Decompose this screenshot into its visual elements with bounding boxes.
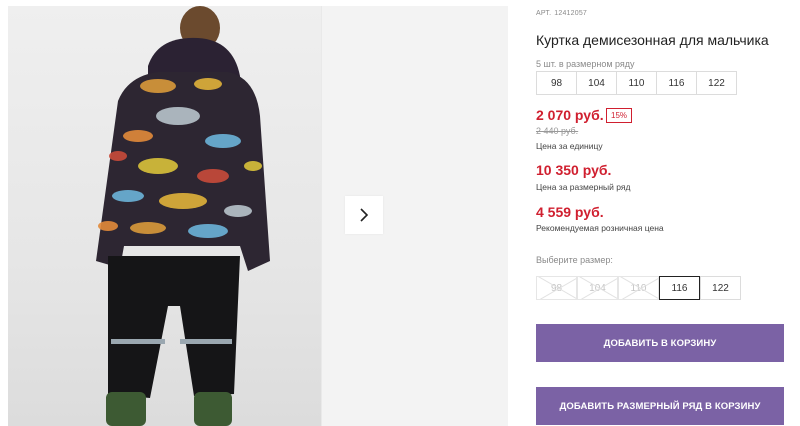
size-row-cell: 110 <box>616 71 657 95</box>
product-photo-illustration <box>96 6 270 426</box>
size-row-cell: 116 <box>656 71 697 95</box>
add-to-cart-button[interactable]: ДОБАВИТЬ В КОРЗИНУ <box>536 324 784 362</box>
product-photo[interactable] <box>8 6 321 426</box>
row-price-caption: Цена за размерный ряд <box>536 182 631 192</box>
size-row-list: 98 104 110 116 122 <box>536 71 737 95</box>
unit-price-caption: Цена за единицу <box>536 141 603 151</box>
unit-price: 2 070 руб. <box>536 107 604 123</box>
size-option-110: 110 <box>618 276 659 300</box>
product-title: Куртка демисезонная для мальчика <box>536 32 769 48</box>
size-option-122[interactable]: 122 <box>700 276 741 300</box>
size-row-cell: 122 <box>696 71 737 95</box>
article-number: АРТ. 12412057 <box>536 10 587 17</box>
size-option-116[interactable]: 116 <box>659 276 700 300</box>
row-price: 10 350 руб. <box>536 162 612 178</box>
old-price: 2 440 руб. <box>536 126 579 136</box>
chevron-right-icon <box>360 208 369 222</box>
choose-size-caption: Выберите размер: <box>536 255 613 265</box>
size-option-98: 98 <box>536 276 577 300</box>
retail-price: 4 559 руб. <box>536 204 604 220</box>
next-image-button[interactable] <box>345 196 383 234</box>
add-size-row-to-cart-button[interactable]: ДОБАВИТЬ РАЗМЕРНЫЙ РЯД В КОРЗИНУ <box>536 387 784 425</box>
product-gallery <box>8 6 508 426</box>
size-row-caption: 5 шт. в размерном ряду <box>536 59 635 69</box>
size-row-cell: 98 <box>536 71 577 95</box>
size-option-104: 104 <box>577 276 618 300</box>
size-row-cell: 104 <box>576 71 617 95</box>
discount-badge: 15% <box>606 108 633 123</box>
retail-price-caption: Рекомендуемая розничная цена <box>536 223 664 233</box>
article-value: 12412057 <box>554 10 588 17</box>
size-selector: 98 104 110 116 122 <box>536 276 741 300</box>
article-label: АРТ. <box>536 10 552 17</box>
